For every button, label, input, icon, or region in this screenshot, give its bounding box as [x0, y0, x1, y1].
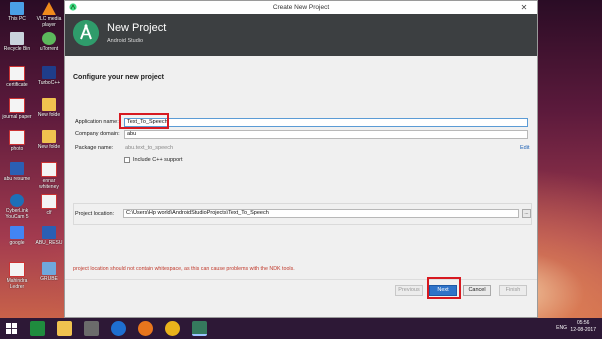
desktop-icon-youcam[interactable]: CyberLink YouCam 5 — [2, 194, 32, 220]
desktop-icon-abu-resu[interactable]: ABU_RESU — [34, 226, 64, 246]
desktop-icon-label: uTorrent — [39, 46, 59, 52]
word-file-icon — [10, 162, 24, 175]
firefox-icon[interactable] — [138, 321, 153, 336]
footer-divider — [65, 279, 537, 280]
word-file-icon — [42, 226, 56, 239]
package-name-value: abu.text_to_speech — [125, 145, 174, 151]
system-clock[interactable]: 05:56 12-08-2017 — [570, 320, 596, 334]
desktop-icon-label: Recycle Bin — [3, 46, 31, 52]
application-name-label: Application name: — [75, 119, 119, 125]
desktop-icon-label: photo — [10, 146, 24, 152]
desktop-icon-ennar[interactable]: ennar whiteney — [34, 162, 64, 190]
desktop-icon-clf[interactable]: clf — [34, 194, 64, 216]
android-studio-taskbar-icon[interactable] — [192, 321, 207, 336]
desktop-icon-mahindra[interactable]: Mahindra Ledrer — [2, 262, 32, 290]
company-domain-input[interactable]: abu — [124, 130, 528, 139]
desktop-icon-label: clf — [46, 210, 52, 216]
previous-button[interactable]: Previous — [395, 285, 423, 296]
desktop-icon-label: certificate — [6, 82, 28, 88]
desktop-icon-label: journal paper — [2, 114, 32, 120]
pdf-file-icon — [9, 98, 25, 113]
desktop-icon-turboc[interactable]: TurboC++ — [34, 66, 64, 86]
internet-explorer-icon[interactable] — [111, 321, 126, 336]
create-new-project-dialog: Create New Project ✕ New Project Android… — [64, 0, 538, 318]
vlc-cone-icon — [42, 2, 56, 15]
desktop-icon-photo[interactable]: photo — [2, 130, 32, 152]
webcam-icon — [10, 194, 24, 207]
windows-start-icon[interactable] — [6, 323, 17, 334]
clock-time: 05:56 — [576, 320, 590, 326]
android-studio-logo-icon — [73, 20, 99, 46]
desktop-icon-label: New folde — [37, 112, 61, 118]
desktop-icon-label: ABU_RESU — [35, 240, 63, 246]
error-message: project location should not contain whit… — [73, 266, 295, 272]
close-button[interactable]: ✕ — [511, 1, 537, 14]
desktop-icon-label: abu resume — [3, 176, 31, 182]
chrome-icon[interactable] — [165, 321, 180, 336]
header-banner: New Project Android Studio — [65, 14, 537, 56]
browse-button[interactable]: ... — [522, 209, 531, 218]
pdf-file-icon — [9, 262, 25, 277]
pdf-file-icon — [9, 130, 25, 145]
project-location-input[interactable]: C:\Users\Hp world\AndroidStudioProjects\… — [123, 209, 519, 218]
desktop-icon-grube[interactable]: GRUBE — [34, 262, 64, 282]
finish-button[interactable]: Finish — [499, 285, 527, 296]
desktop-icon-label: Mahindra Ledrer — [6, 278, 28, 290]
desktop-icon-google[interactable]: google — [2, 226, 32, 246]
utorrent-icon — [42, 32, 56, 45]
computer-icon — [10, 2, 24, 15]
cancel-button[interactable]: Cancel — [463, 285, 491, 296]
clock-date: 12-08-2017 — [570, 327, 596, 333]
project-location-label: Project location: — [75, 211, 115, 217]
desktop-icon-recycle-bin[interactable]: Recycle Bin — [2, 32, 32, 52]
folder-icon — [42, 130, 56, 143]
desktop-icon-label: ennar whiteney — [39, 178, 59, 190]
turboc-icon — [42, 66, 56, 79]
desktop-icon-label: TurboC++ — [37, 80, 61, 86]
media-player-icon[interactable] — [84, 321, 99, 336]
edit-package-link[interactable]: Edit — [520, 145, 529, 151]
desktop-icon-label: VLC media player — [36, 16, 62, 28]
language-indicator[interactable]: ENG — [556, 325, 567, 331]
next-button[interactable]: Next — [429, 285, 457, 296]
desktop-icon-label: google — [9, 240, 25, 246]
desktop-icon-utorrent[interactable]: uTorrent — [34, 32, 64, 52]
cpp-support-label: Include C++ support — [133, 157, 183, 163]
desktop-icon-vlc[interactable]: VLC media player — [34, 2, 64, 28]
pdf-file-icon — [41, 162, 57, 177]
desktop-icon-label: New folde — [37, 144, 61, 150]
android-studio-icon — [69, 3, 77, 11]
window-title: Create New Project — [272, 4, 330, 11]
package-name-label: Package name: — [75, 145, 114, 151]
folder-icon — [42, 98, 56, 111]
window-titlebar[interactable]: Create New Project ✕ — [65, 1, 537, 15]
application-name-input[interactable]: Text_To_Speech — [124, 118, 528, 127]
file-icon — [42, 262, 56, 275]
desktop-icon-label: GRUBE — [40, 276, 58, 282]
desktop-icon-certificate[interactable]: certificate — [2, 66, 32, 88]
desktop-icon-new-folder-1[interactable]: New folde — [34, 98, 64, 118]
file-explorer-icon[interactable] — [57, 321, 72, 336]
desktop-icon-new-folder-2[interactable]: New folde — [34, 130, 64, 150]
desktop-icon-abu-resume[interactable]: abu resume — [2, 162, 32, 182]
taskbar: ENG 05:56 12-08-2017 — [0, 318, 602, 339]
pdf-file-icon — [41, 194, 57, 209]
desktop-icon-this-pc[interactable]: This PC — [2, 2, 32, 22]
company-domain-label: Company domain: — [75, 131, 120, 137]
cpp-support-checkbox[interactable] — [124, 157, 130, 163]
store-app-icon[interactable] — [30, 321, 45, 336]
pdf-file-icon — [9, 66, 25, 81]
banner-subtitle: Android Studio — [107, 38, 144, 44]
section-heading: Configure your new project — [73, 74, 165, 81]
google-icon — [10, 226, 24, 239]
recycle-bin-icon — [10, 32, 24, 45]
banner-title: New Project — [107, 22, 167, 34]
desktop-icons: This PC VLC media player Recycle Bin uTo… — [0, 0, 68, 318]
desktop-icon-label: CyberLink YouCam 5 — [5, 208, 29, 220]
desktop-icon-label: This PC — [8, 16, 26, 22]
desktop-icon-journal-paper[interactable]: journal paper — [2, 98, 32, 120]
